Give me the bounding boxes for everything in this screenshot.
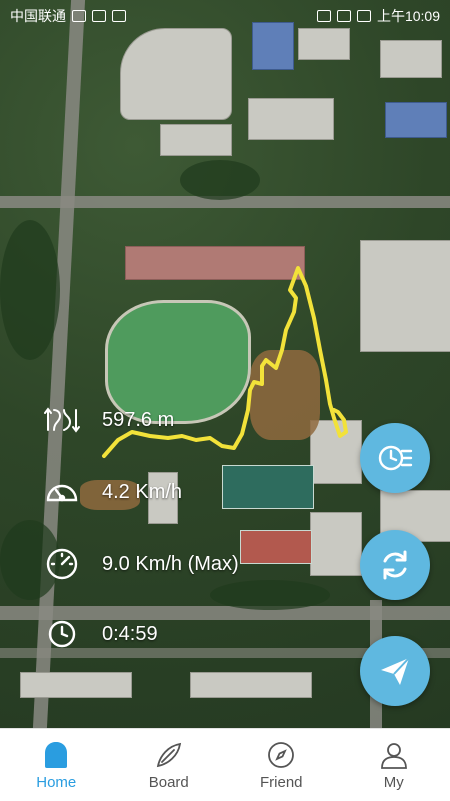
nav-friend[interactable]: Friend xyxy=(225,729,338,801)
max-speed-stat: 9.0 Km/h (Max) xyxy=(44,546,239,582)
bluetooth-icon xyxy=(317,10,331,22)
map-building xyxy=(190,672,312,698)
map-tree-cluster xyxy=(210,580,330,610)
avg-speed-stat: 4.2 Km/h xyxy=(44,474,182,510)
refresh-button[interactable] xyxy=(360,530,430,600)
map-tennis-court xyxy=(222,465,314,509)
status-bar: 中国联通 上午10:09 xyxy=(0,0,450,32)
distance-wave-icon xyxy=(44,402,80,438)
nav-my[interactable]: My xyxy=(338,729,450,801)
compass-icon xyxy=(266,740,296,770)
map-building xyxy=(298,28,350,60)
distance-stat: 597.6 m xyxy=(44,402,174,438)
map-building xyxy=(310,420,362,484)
nav-home[interactable]: Home xyxy=(0,729,113,801)
map-park-ground xyxy=(250,350,320,440)
map-building xyxy=(360,240,450,352)
send-icon xyxy=(376,652,414,690)
distance-value: 597.6 m xyxy=(102,409,174,432)
nav-home-label: Home xyxy=(36,774,76,791)
duration-stat: 0:4:59 xyxy=(44,616,158,652)
alarm-icon xyxy=(337,10,351,22)
map-building xyxy=(310,512,362,576)
share-location-button[interactable] xyxy=(360,636,430,706)
nav-board-label: Board xyxy=(149,774,189,791)
map-building xyxy=(120,28,232,120)
gauge-icon xyxy=(44,546,80,582)
battery-icon xyxy=(357,10,371,22)
carrier-label: 中国联通 xyxy=(10,6,66,26)
wifi-icon xyxy=(72,10,86,22)
nav-my-label: My xyxy=(384,774,404,791)
max-speed-value: 9.0 Km/h (Max) xyxy=(102,553,239,576)
notification-icon xyxy=(112,10,126,22)
notification-icon xyxy=(92,10,106,22)
map-building xyxy=(385,102,447,138)
board-icon xyxy=(154,740,184,770)
clock-list-icon xyxy=(376,439,414,477)
user-icon xyxy=(379,740,409,770)
map-court xyxy=(240,530,312,564)
clock-icon xyxy=(44,616,80,652)
clock-time: 上午10:09 xyxy=(377,6,440,26)
avg-speed-value: 4.2 Km/h xyxy=(102,481,182,504)
nav-friend-label: Friend xyxy=(260,774,303,791)
home-icon xyxy=(41,740,71,770)
history-button[interactable] xyxy=(360,423,430,493)
map-tree-cluster xyxy=(180,160,260,200)
refresh-icon xyxy=(376,546,414,584)
map-tree-cluster xyxy=(0,220,60,360)
map-building xyxy=(20,672,132,698)
speedometer-icon xyxy=(44,474,80,510)
nav-board[interactable]: Board xyxy=(113,729,226,801)
bottom-navigation: Home Board Friend My xyxy=(0,728,450,801)
map-building xyxy=(248,98,334,140)
map-building xyxy=(125,246,305,280)
map-building xyxy=(160,124,232,156)
duration-value: 0:4:59 xyxy=(102,623,158,646)
map-building xyxy=(380,40,442,78)
